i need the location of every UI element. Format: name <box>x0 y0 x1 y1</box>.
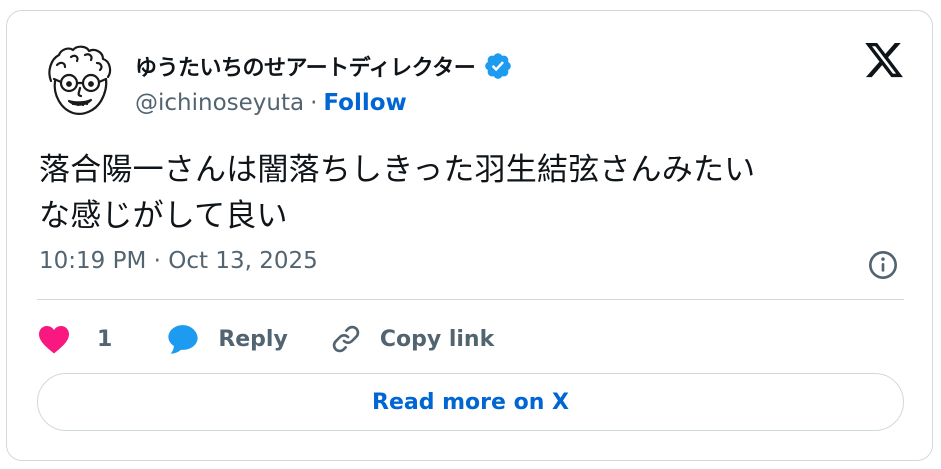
like-count: 1 <box>97 326 113 352</box>
x-logo-icon[interactable] <box>863 39 905 81</box>
heart-icon <box>39 326 69 354</box>
tweet-text-line-2: な感じがして良い <box>39 198 288 234</box>
author-block: ゆうたいちのせアートディレクター @ichinoseyuta · Follow <box>135 49 513 123</box>
divider <box>37 299 904 300</box>
author-handle-row: @ichinoseyuta · Follow <box>135 83 513 123</box>
tweet-timestamp[interactable]: 10:19 PM · Oct 13, 2025 <box>39 248 318 274</box>
verified-badge-icon <box>485 53 512 79</box>
link-icon <box>332 325 360 353</box>
avatar[interactable] <box>37 41 121 125</box>
read-more-button[interactable]: Read more on X <box>37 373 904 431</box>
copy-link-label: Copy link <box>379 326 495 352</box>
follow-button[interactable]: Follow <box>323 90 406 116</box>
info-icon[interactable] <box>867 249 899 281</box>
like-button[interactable]: 1 <box>37 324 166 354</box>
copy-link-button[interactable]: Copy link <box>330 323 494 355</box>
tweet-text: 落合陽一さんは闇落ちしきった羽生結弦さんみたい な感じがして良い <box>39 147 899 239</box>
speech-bubble-icon <box>168 325 198 354</box>
author-display-name[interactable]: ゆうたいちのせアートディレクター <box>135 50 476 82</box>
handle-separator: · <box>310 90 318 116</box>
tweet-card: ゆうたいちのせアートディレクター @ichinoseyuta · Follow … <box>6 10 933 461</box>
action-bar: 1 Reply Copy link <box>37 317 494 361</box>
reply-button[interactable]: Reply <box>166 323 330 355</box>
reply-label: Reply <box>218 326 288 352</box>
tweet-text-line-1: 落合陽一さんは闇落ちしきった羽生結弦さんみたい <box>39 152 756 188</box>
author-name-row: ゆうたいちのせアートディレクター <box>135 49 513 83</box>
author-handle[interactable]: @ichinoseyuta <box>135 90 304 116</box>
